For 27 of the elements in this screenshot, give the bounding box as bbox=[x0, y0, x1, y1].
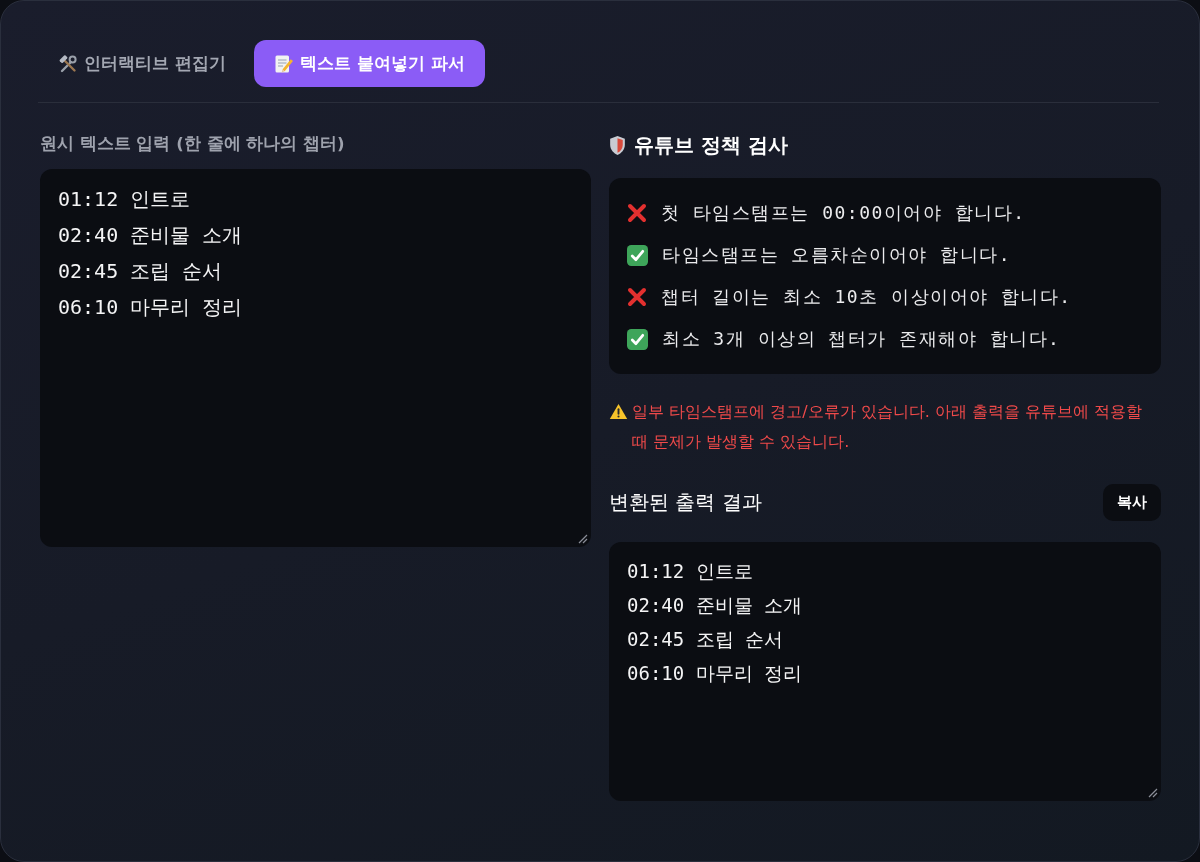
chapter-line: 02:40 준비물 소개 bbox=[58, 222, 243, 249]
chapter-line: 01:12 인트로 bbox=[58, 186, 191, 213]
copy-button[interactable]: 복사 bbox=[1103, 484, 1161, 521]
chapter-line: 06:10 마무리 정리 bbox=[627, 661, 803, 686]
memo-pencil-icon bbox=[273, 53, 294, 74]
shield-icon bbox=[609, 134, 626, 156]
section-title: 변환된 출력 결과 bbox=[609, 489, 762, 516]
chapter-line: 02:45 조립 순서 bbox=[58, 258, 223, 285]
rule-text: 타임스탬프는 오름차순이어야 합니다. bbox=[662, 243, 1011, 267]
chapter-line: 06:10 마무리 정리 bbox=[58, 294, 243, 321]
rule-text: 최소 3개 이상의 챕터가 존재해야 합니다. bbox=[662, 327, 1061, 351]
rule-text: 챕터 길이는 최소 10초 이상이어야 합니다. bbox=[661, 285, 1072, 309]
rule-text: 첫 타임스탬프는 00:00이어야 합니다. bbox=[661, 201, 1026, 225]
chapter-line: 02:40 준비물 소개 bbox=[627, 593, 803, 618]
field-label: 원시 텍스트 입력 (한 줄에 하나의 챕터) bbox=[40, 133, 345, 155]
resize-handle-icon[interactable] bbox=[578, 534, 588, 544]
input-textarea[interactable]: 01:12 인트로 02:40 준비물 소개 02:45 조립 순서 06:10 마무리 정리 bbox=[40, 169, 591, 547]
tab[interactable]: 텍스트 붙여넣기 파서 bbox=[253, 40, 485, 87]
hammer-wrench-icon bbox=[58, 53, 78, 74]
tab[interactable]: 인터랙티브 편집기 bbox=[38, 40, 246, 87]
warning-icon bbox=[609, 403, 628, 420]
resize-handle-icon[interactable] bbox=[1148, 788, 1158, 798]
output-textarea[interactable]: 01:12 인트로 02:40 준비물 소개 02:45 조립 순서 06:10 마무리 정리 bbox=[609, 542, 1161, 801]
chapter-line: 01:12 인트로 bbox=[627, 559, 753, 584]
chapter-line: 02:45 조립 순서 bbox=[627, 627, 784, 652]
warning-message: 일부 타임스탬프에 경고/오류가 있습니다. 아래 출력을 유튜브에 적용할 때 문제가 발생할 수 있습니다. bbox=[632, 401, 1144, 453]
section-title: 유튜브 정책 검사 bbox=[634, 131, 788, 159]
